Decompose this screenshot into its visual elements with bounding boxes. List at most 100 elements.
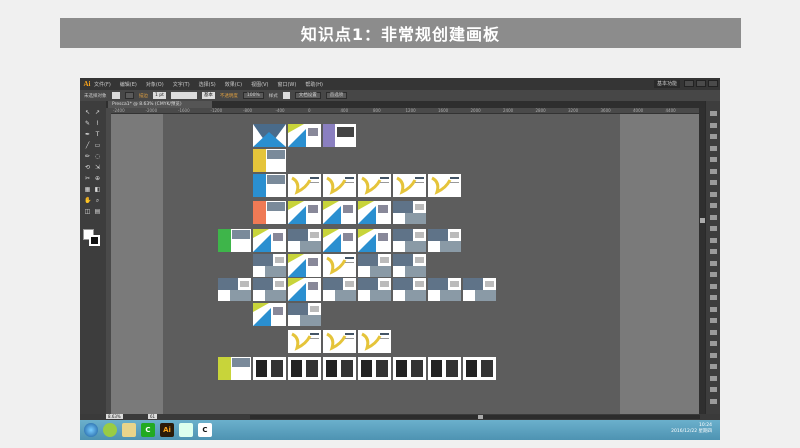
panel-icon[interactable] (710, 214, 717, 220)
artboard[interactable] (393, 229, 426, 252)
style-swatch[interactable] (282, 92, 290, 99)
artboard[interactable] (393, 201, 426, 224)
artboard[interactable] (253, 254, 286, 277)
tool-button[interactable]: ╱ (84, 142, 91, 149)
menu-file[interactable]: 文件(F) (94, 81, 111, 88)
menu-object[interactable]: 对象(O) (146, 81, 164, 88)
menu-view[interactable]: 视图(V) (251, 81, 268, 88)
scroll-thumb[interactable] (478, 415, 483, 419)
chat-icon[interactable] (179, 423, 193, 437)
panel-icon[interactable] (710, 306, 717, 312)
panel-icon[interactable] (710, 375, 717, 381)
artboard[interactable] (323, 357, 356, 380)
artboard[interactable] (288, 124, 321, 147)
app-icon[interactable] (103, 423, 117, 437)
artboard[interactable] (288, 278, 321, 301)
artboard[interactable] (393, 254, 426, 277)
panel-icon[interactable] (710, 226, 717, 231)
camtasia-icon[interactable]: C (141, 423, 155, 437)
artboard[interactable] (218, 278, 251, 301)
maximize-button[interactable] (696, 80, 706, 87)
panel-icon[interactable] (710, 111, 717, 116)
panel-icon[interactable] (710, 295, 717, 300)
artboard[interactable] (288, 303, 321, 326)
tool-button[interactable]: ⌇ (94, 120, 101, 127)
menu-help[interactable]: 帮助(H) (305, 81, 323, 88)
panel-icon[interactable] (710, 329, 717, 335)
menu-window[interactable]: 窗口(W) (277, 81, 296, 88)
artboard[interactable] (428, 229, 461, 252)
artboard[interactable] (358, 174, 391, 197)
canvas[interactable] (111, 114, 699, 414)
panel-icon[interactable] (710, 180, 717, 185)
artboard[interactable] (253, 229, 286, 252)
artboard[interactable] (428, 357, 461, 380)
artboard[interactable] (288, 254, 321, 277)
artboard[interactable] (393, 357, 426, 380)
recorder-icon[interactable]: C (198, 423, 212, 437)
fill-swatch[interactable] (111, 92, 120, 99)
artboard[interactable] (288, 330, 321, 353)
tool-button[interactable]: ⌕ (94, 197, 101, 204)
panel-icon[interactable] (710, 157, 717, 162)
document-tab[interactable]: Presca1* @ 8.63% (CMYK/预览) (108, 101, 212, 108)
artboard[interactable] (288, 357, 321, 380)
artboard[interactable] (253, 303, 286, 326)
artboard[interactable] (428, 174, 461, 197)
artboard[interactable] (358, 278, 391, 301)
tool-button[interactable]: ⇲ (94, 164, 101, 171)
tool-button[interactable]: ✎ (84, 120, 91, 127)
menu-edit[interactable]: 编辑(E) (120, 81, 137, 88)
artboard[interactable] (358, 357, 391, 380)
stroke-color-box[interactable] (89, 235, 100, 246)
panel-icon[interactable] (710, 145, 717, 151)
panel-icon[interactable] (710, 364, 717, 369)
artboard[interactable] (358, 201, 391, 224)
artboard[interactable] (323, 330, 356, 353)
artboard[interactable] (358, 229, 391, 252)
zoom-level[interactable]: 8.63% (106, 414, 123, 419)
panel-icon[interactable] (710, 283, 717, 289)
horizontal-scrollbar[interactable] (250, 415, 700, 419)
minimize-button[interactable] (684, 80, 694, 87)
tool-button[interactable]: ◫ (84, 208, 91, 215)
tool-button[interactable]: ◌ (94, 153, 101, 160)
panel-icon[interactable] (710, 387, 717, 392)
tool-button[interactable]: ◧ (94, 186, 101, 193)
workspace-switcher[interactable]: 基本功能 (653, 80, 680, 88)
tool-button[interactable]: ▦ (84, 186, 91, 193)
panel-icon[interactable] (710, 318, 717, 323)
artboard[interactable] (288, 229, 321, 252)
artboard[interactable] (253, 278, 286, 301)
panel-icon[interactable] (710, 249, 717, 254)
close-button[interactable] (708, 80, 718, 87)
tool-button[interactable]: ▭ (94, 142, 101, 149)
artboard[interactable] (253, 124, 286, 147)
brush-select[interactable]: 基本 (201, 92, 215, 99)
panel-icon[interactable] (710, 168, 717, 174)
artboard[interactable] (358, 254, 391, 277)
tool-button[interactable]: ↖ (84, 109, 91, 116)
menu-type[interactable]: 文字(T) (173, 81, 190, 88)
tool-button[interactable]: ✏ (84, 153, 91, 160)
artboard[interactable] (323, 229, 356, 252)
artboard[interactable] (463, 278, 496, 301)
artboard[interactable] (323, 278, 356, 301)
start-button[interactable] (84, 423, 98, 437)
opacity-input[interactable]: 100% (242, 92, 264, 99)
artboard[interactable] (393, 174, 426, 197)
tool-button[interactable]: ↗ (94, 109, 101, 116)
panel-icon[interactable] (710, 203, 717, 208)
panel-icon[interactable] (710, 191, 717, 197)
stroke-weight-input[interactable]: 1 pt (152, 92, 166, 99)
artboard[interactable] (358, 330, 391, 353)
artboard[interactable] (218, 357, 251, 380)
tool-button[interactable]: ▤ (94, 208, 101, 215)
panel-icon[interactable] (710, 237, 717, 243)
artboard[interactable] (323, 124, 356, 147)
variable-width-profile[interactable] (170, 92, 197, 99)
stroke-swatch[interactable] (124, 92, 134, 99)
panel-icon[interactable] (710, 352, 717, 358)
artboard[interactable] (323, 201, 356, 224)
panel-icon[interactable] (710, 341, 717, 346)
